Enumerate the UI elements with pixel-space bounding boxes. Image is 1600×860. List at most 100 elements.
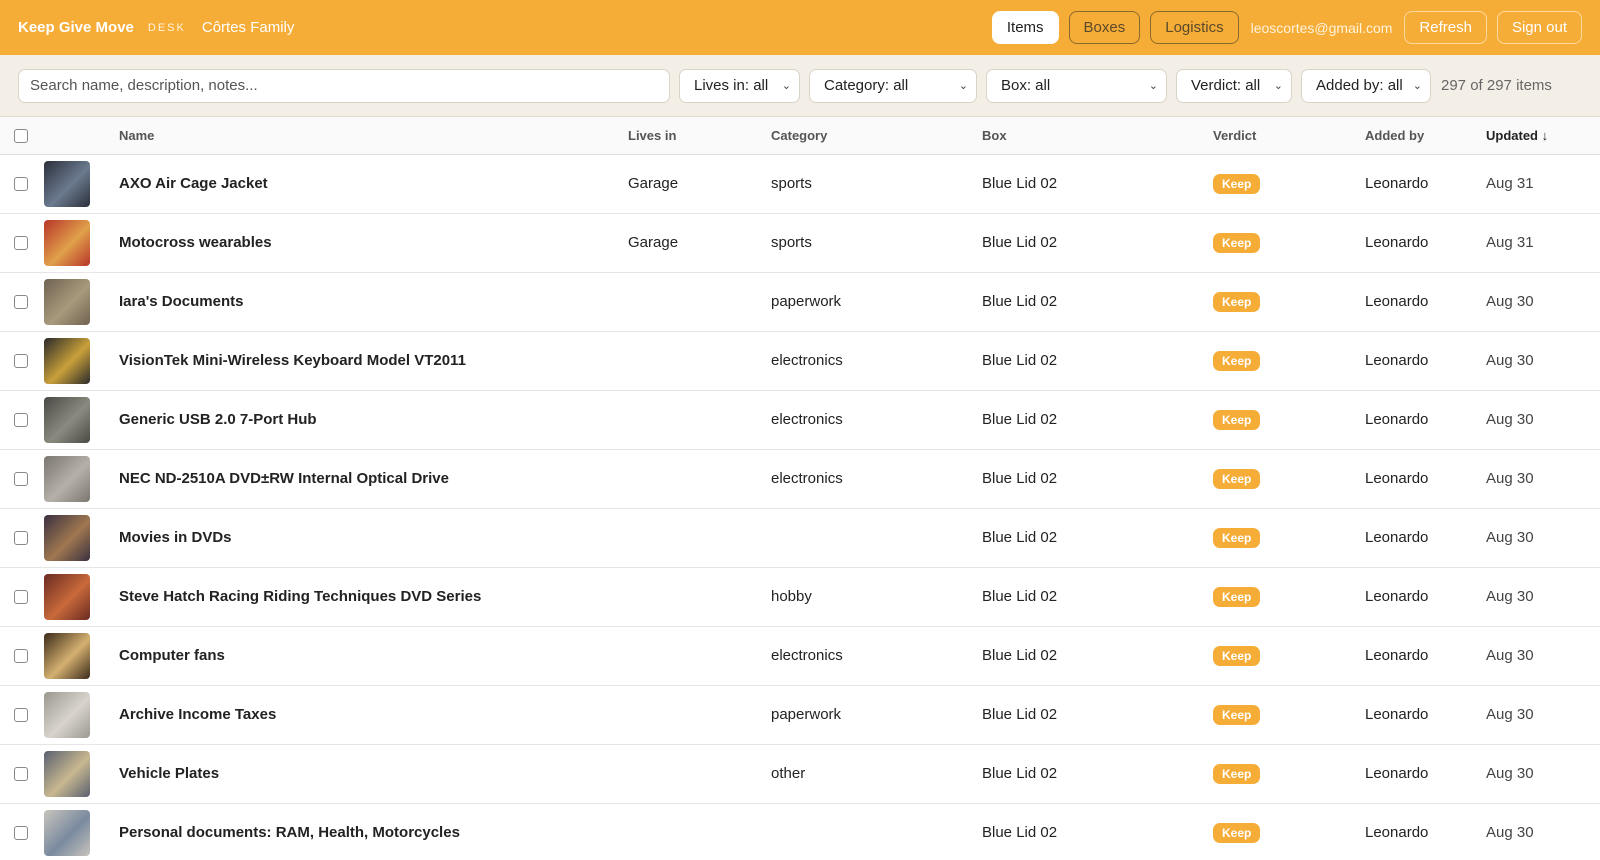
row-checkbox[interactable] [14,295,28,310]
row-checkbox[interactable] [14,708,28,723]
verdict-badge: Keep [1213,645,1261,666]
item-added-by: Leonardo [1365,803,1486,860]
item-name[interactable]: NEC ND-2510A DVD±RW Internal Optical Dri… [119,449,628,509]
select-all-checkbox[interactable] [14,129,28,144]
row-checkbox[interactable] [14,531,28,546]
thumb-header [44,117,119,155]
row-checkbox[interactable] [14,826,28,841]
item-thumbnail[interactable] [44,514,90,561]
item-name[interactable]: Iara's Documents [119,272,628,332]
col-category[interactable]: Category [771,117,982,155]
item-thumbnail[interactable] [44,809,90,856]
category-select[interactable]: Category: all ⌄ [809,68,977,103]
lives-in-select[interactable]: Lives in: all ⌄ [679,68,800,103]
item-thumbnail[interactable] [44,573,90,620]
thumb-cell [44,567,119,627]
table-body: AXO Air Cage Jacket Garage sports Blue Lid … [0,154,1600,860]
table-row[interactable]: Archive Income Taxes paperwork Blue Lid 02… [0,685,1600,745]
table-row[interactable]: Computer fans electronics Blue Lid 02 Keep L… [0,626,1600,686]
row-checkbox-cell [0,390,44,450]
item-box: Blue Lid 02 [982,272,1213,332]
item-updated: Aug 31 [1486,154,1600,214]
verdict-select[interactable]: Verdict: all ⌄ [1176,68,1292,103]
item-name[interactable]: Personal documents: RAM, Health, Motorcy… [119,803,628,860]
table-row[interactable]: Personal documents: RAM, Health, Motorcy… [0,803,1600,860]
nav-boxes-button[interactable]: Boxes [1068,11,1141,44]
item-name[interactable]: AXO Air Cage Jacket [119,154,628,214]
row-checkbox-cell [0,567,44,627]
refresh-button[interactable]: Refresh [1404,11,1487,44]
row-checkbox[interactable] [14,767,28,782]
col-box[interactable]: Box [982,117,1213,155]
item-updated: Aug 30 [1486,331,1600,391]
item-name[interactable]: Computer fans [119,626,628,686]
item-thumbnail[interactable] [44,160,90,207]
box-select[interactable]: Box: all ⌄ [986,68,1167,103]
item-thumbnail[interactable] [44,219,90,266]
row-checkbox[interactable] [14,177,28,192]
row-checkbox[interactable] [14,649,28,664]
nav-logistics-button[interactable]: Logistics [1150,11,1239,44]
item-lives-in [628,685,771,745]
col-lives-in[interactable]: Lives in [628,117,771,155]
table-row[interactable]: Motocross wearables Garage sports Blue Lid … [0,213,1600,273]
verdict-cell: Keep [1213,744,1365,804]
item-thumbnail[interactable] [44,455,90,502]
row-checkbox[interactable] [14,354,28,369]
col-name[interactable]: Name [119,117,628,155]
verdict-cell: Keep [1213,272,1365,332]
table-row[interactable]: AXO Air Cage Jacket Garage sports Blue Lid … [0,154,1600,214]
desk-label: DESK [147,21,186,34]
row-checkbox-cell [0,744,44,804]
item-box: Blue Lid 02 [982,803,1213,860]
row-checkbox[interactable] [14,236,28,251]
item-name[interactable]: Movies in DVDs [119,508,628,568]
lives-in-select-value: Lives in: all [694,77,769,94]
item-thumbnail[interactable] [44,750,90,797]
verdict-badge: Keep [1213,232,1261,253]
table-row[interactable]: Movies in DVDs Blue Lid 02 Keep Leonardo Aug… [0,508,1600,568]
item-thumbnail[interactable] [44,337,90,384]
item-updated: Aug 31 [1486,213,1600,273]
table-row[interactable]: Vehicle Plates other Blue Lid 02 Keep Leonar… [0,744,1600,804]
item-lives-in [628,567,771,627]
table-row[interactable]: Generic USB 2.0 7-Port Hub electronics Blu… [0,390,1600,450]
table-row[interactable]: NEC ND-2510A DVD±RW Internal Optical Dri… [0,449,1600,509]
col-added-by[interactable]: Added by [1365,117,1486,155]
table-row[interactable]: Steve Hatch Racing Riding Techniques DVD… [0,567,1600,627]
col-verdict[interactable]: Verdict [1213,117,1365,155]
table-row[interactable]: VisionTek Mini-Wireless Keyboard Model V… [0,331,1600,391]
search-input[interactable]: Search name, description, notes... [18,68,670,103]
item-thumbnail[interactable] [44,691,90,738]
item-thumbnail[interactable] [44,396,90,443]
verdict-badge: Keep [1213,822,1261,843]
col-updated[interactable]: Updated ↓ [1486,117,1600,155]
table-row[interactable]: Iara's Documents paperwork Blue Lid 02 Keep… [0,272,1600,332]
row-checkbox[interactable] [14,590,28,605]
brand-name[interactable]: Keep Give Move [18,19,134,36]
item-thumbnail[interactable] [44,278,90,325]
nav-items-button[interactable]: Items [991,11,1059,44]
row-checkbox[interactable] [14,472,28,487]
item-name[interactable]: Archive Income Taxes [119,685,628,745]
item-lives-in [628,626,771,686]
item-updated: Aug 30 [1486,744,1600,804]
item-name[interactable]: VisionTek Mini-Wireless Keyboard Model V… [119,331,628,391]
verdict-cell: Keep [1213,331,1365,391]
sign-out-button[interactable]: Sign out [1496,11,1582,44]
row-checkbox[interactable] [14,413,28,428]
chevron-down-icon: ⌄ [1412,80,1422,92]
item-name[interactable]: Steve Hatch Racing Riding Techniques DVD… [119,567,628,627]
item-thumbnail[interactable] [44,632,90,679]
thumb-cell [44,508,119,568]
item-added-by: Leonardo [1365,567,1486,627]
row-checkbox-cell [0,331,44,391]
verdict-badge: Keep [1213,350,1261,371]
item-updated: Aug 30 [1486,685,1600,745]
item-name[interactable]: Vehicle Plates [119,744,628,804]
added-by-select[interactable]: Added by: all ⌄ [1301,68,1431,103]
item-name[interactable]: Motocross wearables [119,213,628,273]
item-box: Blue Lid 02 [982,390,1213,450]
row-checkbox-cell [0,449,44,509]
item-name[interactable]: Generic USB 2.0 7-Port Hub [119,390,628,450]
